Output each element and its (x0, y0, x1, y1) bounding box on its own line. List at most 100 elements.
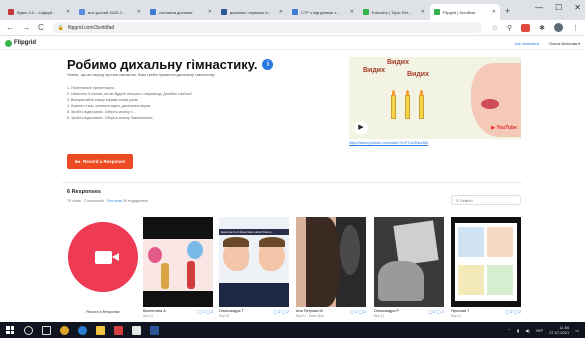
language-indicator[interactable]: УКР (536, 328, 544, 333)
tab-favicon-icon (150, 9, 156, 15)
back-icon[interactable]: ← (6, 23, 14, 32)
response-video-card[interactable] (374, 217, 444, 307)
response-video-card[interactable] (296, 217, 366, 307)
figure-image (161, 263, 169, 289)
network-icon[interactable]: ▮ (517, 328, 519, 333)
extension-icon[interactable]: ⚲ (507, 24, 512, 32)
comic-cell (458, 265, 484, 295)
comic-cell (458, 227, 484, 257)
puzzle-icon[interactable]: ✱ (539, 24, 545, 32)
tab-favicon-icon (363, 9, 369, 15)
candle-image (391, 90, 396, 119)
response-stats: ◯ 2 ◯ 2 (350, 310, 366, 314)
youtube-logo: ▶ YouTube (491, 125, 517, 131)
tab-favicon-icon (79, 9, 85, 15)
response-date: Sep 21 (451, 314, 462, 318)
responses-meta-link[interactable]: Get more (107, 199, 122, 203)
bookmark-star-icon[interactable]: ☆ (492, 24, 498, 32)
tab-label: спотивна дихання (159, 9, 193, 15)
taskbar-search-icon[interactable] (24, 325, 33, 335)
browser-tab[interactable]: СТР з підгрупами з ... ✕ (288, 4, 358, 20)
record-response-label: Record a Response (82, 159, 125, 164)
response-date: Nov 21 (143, 314, 154, 318)
balloon-image (187, 241, 203, 259)
task-view-icon[interactable] (42, 325, 51, 335)
video-word: Видих (407, 71, 429, 78)
balloon-image (148, 247, 162, 263)
background-photo (340, 225, 360, 275)
reload-icon[interactable]: C (38, 23, 44, 32)
extensions-area: ☆ ⚲ ✱ ⋮ (492, 23, 579, 32)
blue-app-icon[interactable] (150, 325, 159, 335)
browser-tab[interactable]: вся урочий 2020-2... ✕ (75, 4, 145, 20)
minimize-icon[interactable]: — (535, 3, 543, 12)
url-field[interactable]: 🔒 flipgrid.com/3cefdfad (51, 22, 482, 33)
tab-close-icon[interactable]: ✕ (421, 9, 425, 15)
file-explorer-icon[interactable] (96, 325, 105, 335)
response-video-card[interactable] (143, 217, 213, 307)
browser-tab[interactable]: Educator | Topic Det... ✕ (359, 4, 429, 20)
tab-close-icon[interactable]: ✕ (492, 9, 496, 15)
tab-favicon-icon (8, 9, 14, 15)
response-caption: Олександра Р ◯ 2 ◯ 2 Sep 21 (374, 309, 444, 318)
browser-tab[interactable]: дихання і нервова сі... ✕ (217, 4, 287, 20)
new-tab-button[interactable]: + (505, 4, 510, 20)
tab-close-icon[interactable]: ✕ (279, 9, 283, 15)
tray-arrow-icon[interactable]: ⌃ (508, 328, 511, 333)
comic-cell (487, 227, 513, 257)
tab-close-icon[interactable]: ✕ (208, 9, 212, 15)
url-text: flipgrid.com/3cefdfad (68, 24, 115, 31)
tab-close-icon[interactable]: ✕ (66, 9, 70, 15)
tab-close-icon[interactable]: ✕ (350, 9, 354, 15)
user-menu[interactable]: Ольга Миткова ▾ (549, 41, 580, 46)
hair-illustration (259, 237, 285, 247)
lips-illustration (481, 99, 499, 109)
edge-icon[interactable] (78, 325, 87, 335)
record-circle-button[interactable] (68, 222, 138, 292)
response-caption: Аня Петрова М ◯ 2 ◯ 2 Sep 21 · Save Ukra (296, 309, 366, 318)
browser-tab[interactable]: Відео 3.0 – слідкуй... ✕ (4, 4, 74, 20)
response-stats: ◯ 2 ◯ 2 (273, 310, 289, 314)
topic-video-thumbnail[interactable]: Видих Видих Видих ▶ ▶ YouTube (349, 57, 521, 139)
windows-start-icon[interactable] (6, 326, 14, 334)
responses-meta-suffix: 15 engagement (122, 199, 148, 203)
flipgrid-logo-icon (5, 39, 12, 47)
hair-illustration (223, 237, 249, 247)
response-video-card[interactable]: Exercise from Exercises Label France (219, 217, 289, 307)
notifications-icon[interactable]: ▭ (575, 328, 579, 333)
search-input[interactable] (460, 197, 519, 203)
browser-tab[interactable]: спотивна дихання ✕ (146, 4, 216, 20)
forward-icon[interactable]: → (22, 23, 30, 32)
candle-image (419, 90, 424, 119)
flipgrid-logo-text: Flipgrid (14, 40, 36, 46)
extension-red-icon[interactable] (521, 23, 531, 32)
browser-tab-active[interactable]: Flipgrid | Scrollbar ✕ (430, 4, 500, 20)
system-tray: ⌃ ▮ ◀) УКР 11:50 27.07.2021 ▭ (508, 325, 579, 335)
flipgrid-logo[interactable]: Flipgrid (5, 39, 36, 47)
info-icon[interactable]: i (262, 59, 274, 70)
responses-search[interactable]: ⚲ (451, 195, 521, 205)
clock[interactable]: 11:50 27.07.2021 (549, 325, 569, 335)
chrome-icon[interactable] (60, 325, 69, 335)
record-response-button[interactable]: ■◂ Record a Response (67, 154, 133, 169)
play-icon[interactable]: ▶ (354, 121, 368, 135)
video-link[interactable]: https://www.youtube.com/watch?v=F7rxlZBk… (349, 141, 428, 145)
response-caption: Валентина А. ◯ 2 ◯ 2 Nov 21 (143, 309, 213, 318)
video-app-icon[interactable] (132, 325, 141, 335)
response-video-card[interactable] (451, 217, 521, 307)
tab-close-icon[interactable]: ✕ (137, 9, 141, 15)
profile-avatar[interactable] (554, 23, 563, 32)
maximize-icon[interactable]: ☐ (555, 3, 562, 12)
topic-steps: 1. Перегляньте презентацію. 2. Натисніть… (67, 85, 192, 121)
volume-icon[interactable]: ◀) (525, 328, 529, 333)
tab-label: вся урочий 2020-2... (88, 9, 126, 15)
menu-icon[interactable]: ⋮ (572, 24, 579, 32)
join-activated-link[interactable]: Join Activated (514, 41, 539, 46)
camera-icon: ■◂ (75, 158, 80, 164)
photos-app-icon[interactable] (114, 325, 123, 335)
response-stats: ◯ 2 ◯ 2 (197, 310, 213, 314)
record-response-card[interactable] (67, 222, 139, 296)
paper-photo (393, 220, 439, 266)
response-date: Sep 19 (219, 314, 230, 318)
close-window-icon[interactable]: ✕ (574, 3, 581, 12)
